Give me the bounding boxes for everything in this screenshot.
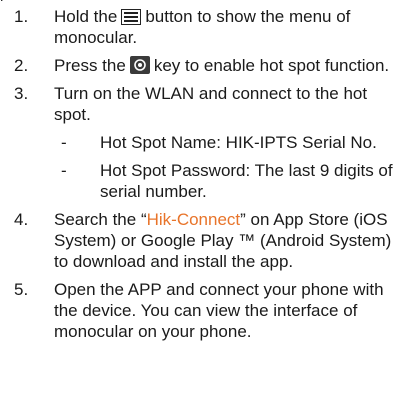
step-3-subitem-1: - Hot Spot Name: HIK-IPTS Serial No.	[0, 132, 411, 153]
step-text: Turn on the WLAN and connect to the hot …	[54, 84, 368, 124]
step-number: 4.	[14, 210, 29, 229]
step-number: 1.	[14, 7, 29, 26]
cropped-text-fragment: r	[0, 0, 30, 2]
step-3: 3. Turn on the WLAN and connect to the h…	[0, 83, 411, 125]
subitem-text: Hot Spot Name: HIK-IPTS Serial No.	[100, 133, 377, 152]
instruction-list: 1. Hold the button to show the menu of m…	[0, 6, 411, 342]
step-text: Hold the button to show the menu of mono…	[54, 7, 351, 47]
manual-page: r 1. Hold the button to show the menu of…	[0, 0, 411, 406]
step-text: Press the key to enable hot spot functio…	[54, 56, 390, 75]
subitem-text: Hot Spot Password: The last 9 digits of …	[100, 161, 393, 201]
step-number: 2.	[14, 56, 29, 75]
step-number: 3.	[14, 84, 29, 103]
step-text: Search the “Hik-Connect” on App Store (i…	[54, 210, 392, 271]
step-text: Open the APP and connect your phone with…	[54, 280, 384, 341]
bullet-dash: -	[61, 133, 67, 152]
step-3-subitem-2: - Hot Spot Password: The last 9 digits o…	[0, 160, 411, 202]
step-2: 2. Press the key to enable hot spot func…	[0, 55, 411, 76]
step-1: 1. Hold the button to show the menu of m…	[0, 6, 411, 48]
hotspot-key-icon	[129, 56, 150, 74]
menu-icon	[121, 9, 142, 25]
bullet-dash: -	[61, 161, 67, 180]
step-5: 5. Open the APP and connect your phone w…	[0, 279, 411, 342]
step-number: 5.	[14, 280, 29, 299]
step-4: 4. Search the “Hik-Connect” on App Store…	[0, 209, 411, 272]
hik-connect-link[interactable]: Hik-Connect	[147, 210, 241, 229]
